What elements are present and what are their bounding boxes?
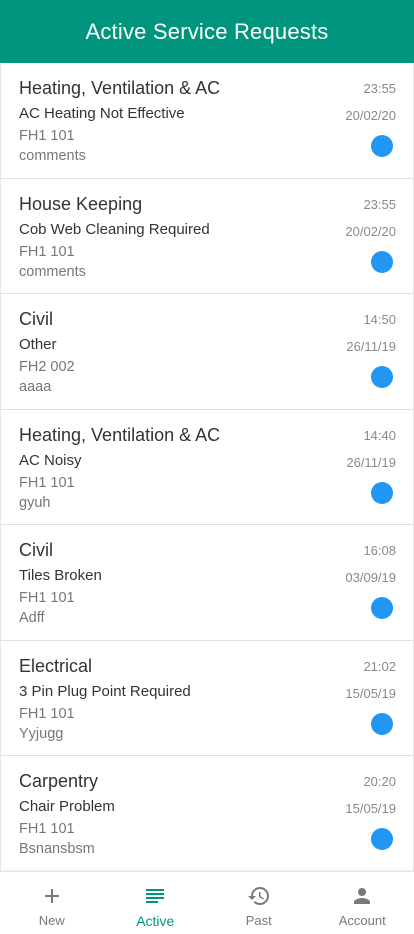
request-time: 14:50 [363,312,396,327]
status-dot [371,481,393,504]
request-title: 3 Pin Plug Point Required [19,682,191,700]
request-card[interactable]: Civil 14:50 Other 26/11/19 FH2 002 aaaa [1,294,413,410]
request-time: 14:40 [363,427,396,443]
request-title: Other [19,336,57,353]
nav-label-past: Past [245,913,272,928]
nav-label-account: Account [338,913,386,928]
request-card[interactable]: Heating, Ventilation & AC 14:40 AC Noisy… [1,409,413,525]
request-card[interactable]: Civil 16:08 Tiles Broken 03/09/19 FH1 10… [1,525,413,641]
status-dot [371,135,393,157]
request-date: 15/05/19 [345,801,396,816]
nav-item-new[interactable]: New [0,872,104,934]
request-card[interactable]: House Keeping 23:55 Cob Web Cleaning Req… [1,178,413,294]
request-comment: Adff [19,610,45,626]
request-card[interactable]: Carpentry 20:20 Chair Problem 15/05/19 F… [1,756,413,871]
nav-label-active: Active [136,913,175,929]
status-dot [371,712,393,735]
status-dot [371,828,393,850]
status-dot [371,250,393,273]
request-room: FH2 002 [19,359,75,375]
app-header: Active Service Requests [0,0,414,63]
request-card[interactable]: Electrical 21:02 3 Pin Plug Point Requir… [1,640,413,756]
request-date: 20/02/20 [345,108,396,123]
request-category: Civil [19,309,53,329]
nav-item-account[interactable]: Account [311,872,414,934]
list-icon [146,889,165,903]
request-time: 16:08 [363,543,396,558]
request-room: FH1 101 [19,705,75,722]
request-title: AC Noisy [19,451,82,469]
request-time: 20:20 [363,774,396,789]
request-category: Civil [19,540,53,560]
request-category: Heating, Ventilation & AC [19,78,221,98]
person-icon [354,888,371,904]
request-room: FH1 101 [19,474,75,491]
request-date: 26/11/19 [346,454,396,470]
request-time: 23:55 [363,196,396,212]
request-comment: comments [19,263,86,280]
request-comment: gyuh [19,494,51,511]
request-room: FH1 101 [19,243,75,260]
request-category: Carpentry [19,771,99,791]
plus-icon [44,889,59,903]
request-time: 23:55 [363,81,396,96]
status-dot [371,597,393,619]
request-title: Chair Problem [19,798,115,815]
bottom-nav: New Active Past Account [0,871,414,934]
request-category: Heating, Ventilation & AC [19,424,221,445]
status-dot [371,366,393,388]
request-date: 03/09/19 [345,570,396,585]
request-room: FH1 101 [19,821,75,837]
request-title: Cob Web Cleaning Required [19,220,210,238]
request-comment: Yyjugg [19,725,64,742]
request-room: FH1 101 [19,590,75,606]
request-title: Tiles Broken [19,567,102,584]
request-category: House Keeping [19,193,143,214]
request-title: AC Heating Not Effective [19,105,185,122]
request-category: Electrical [19,655,93,676]
request-comment: comments [19,148,86,164]
nav-item-past[interactable]: Past [207,872,311,934]
history-icon [247,887,269,905]
request-comment: aaaa [19,379,52,395]
request-card[interactable]: Heating, Ventilation & AC 23:55 AC Heati… [1,63,413,179]
request-date: 15/05/19 [345,685,396,701]
request-date: 26/11/19 [346,339,396,354]
request-time: 21:02 [363,658,396,674]
request-comment: Bsnansbsm [19,841,95,857]
nav-label-new: New [38,913,65,928]
request-room: FH1 101 [19,128,75,144]
request-date: 20/02/20 [345,223,396,239]
nav-item-active[interactable]: Active [104,872,208,934]
request-list[interactable]: Heating, Ventilation & AC 23:55 AC Heati… [0,63,414,871]
page-title: Active Service Requests [85,18,329,44]
